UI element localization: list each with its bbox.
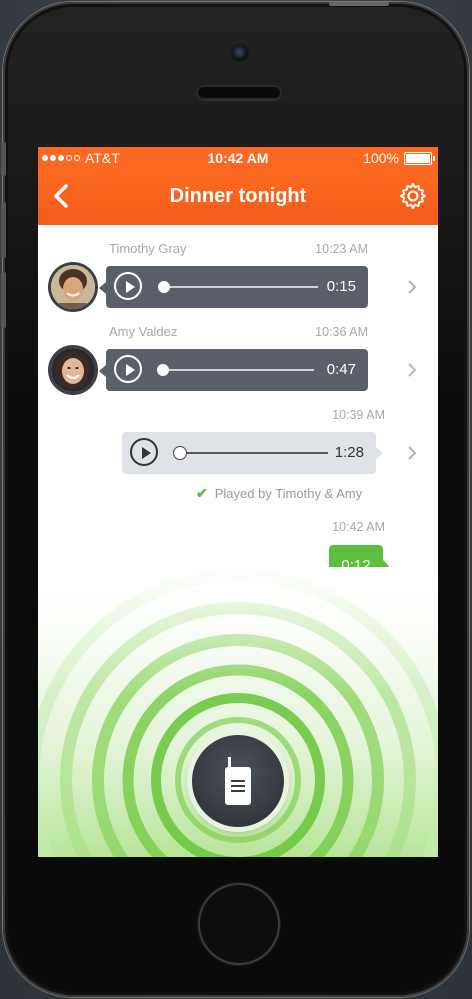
avatar[interactable] [51, 265, 95, 309]
bubble-tail [99, 365, 106, 377]
home-button[interactable] [198, 883, 280, 965]
voice-message-bubble[interactable]: 0:47 [106, 349, 368, 391]
volume-up-button [1, 202, 6, 258]
voice-message-bubble[interactable]: 1:28 [122, 432, 383, 474]
gear-icon[interactable] [398, 181, 428, 211]
chevron-right-icon[interactable] [406, 445, 418, 461]
bubble-tail [99, 282, 106, 294]
message-time: 10:23 AM [315, 242, 368, 256]
chevron-right-icon[interactable] [406, 362, 418, 378]
play-icon[interactable] [114, 272, 142, 300]
sender-name: Amy Valdez [109, 324, 178, 339]
record-button[interactable] [192, 735, 284, 827]
earpiece-speaker [196, 85, 282, 100]
avatar[interactable] [51, 348, 95, 392]
battery-icon [404, 151, 435, 165]
audio-track[interactable] [182, 452, 328, 454]
volume-down-button [1, 272, 6, 328]
message-duration: 0:47 [326, 361, 356, 378]
voice-message-bubble[interactable]: 0:15 [106, 266, 368, 308]
scrubber-knob[interactable] [157, 364, 169, 376]
audio-track[interactable] [162, 286, 318, 288]
mute-switch [1, 142, 6, 176]
conversation-title: Dinner tonight [169, 185, 307, 207]
sender-name: Timothy Gray [109, 241, 187, 256]
play-icon[interactable] [130, 438, 158, 466]
status-bar: AT&T 10:42 AM 100% [38, 147, 438, 169]
message-time: 10:39 AM [332, 408, 385, 422]
played-status-text: Played by Timothy & Amy [214, 486, 363, 501]
scrubber-knob[interactable] [173, 446, 187, 460]
message-duration: 1:28 [334, 444, 364, 461]
checkmark-icon: ✔ [196, 485, 208, 501]
chevron-right-icon[interactable] [406, 279, 418, 295]
app-screen: AT&T 10:42 AM 100% Dinner tonight Timoth… [38, 147, 438, 857]
played-status: ✔ Played by Timothy & Amy [196, 485, 362, 502]
battery-percent: 100% [363, 150, 399, 166]
message-duration: 0:15 [326, 278, 356, 295]
navigation-bar: Dinner tonight [38, 169, 438, 225]
walkie-talkie-icon [225, 757, 251, 805]
audio-track[interactable] [162, 369, 314, 371]
message-time: 10:42 AM [332, 520, 385, 534]
power-button [329, 2, 389, 6]
message-time: 10:36 AM [315, 325, 368, 339]
front-camera [232, 45, 248, 61]
scrubber-knob[interactable] [158, 281, 170, 293]
play-icon[interactable] [114, 355, 142, 383]
